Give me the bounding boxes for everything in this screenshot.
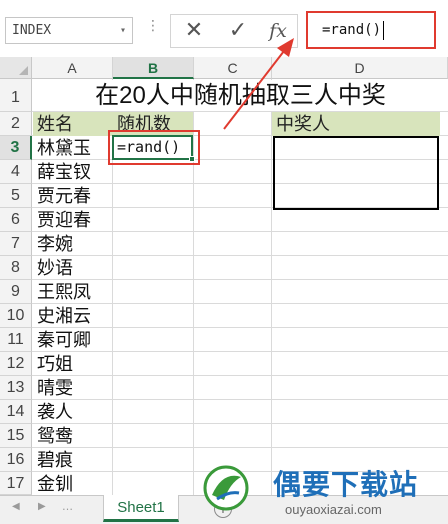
next-sheet-icon[interactable]: ▶ — [38, 501, 46, 512]
row-header-1[interactable]: 1 — [0, 79, 32, 112]
row-header-17[interactable]: 17 — [0, 472, 32, 495]
spreadsheet-grid: A B C D 1 2 3 4 5 6 7 8 9 10 11 12 13 14… — [0, 57, 448, 495]
row-header-3[interactable]: 3 — [0, 136, 32, 160]
row-header-16[interactable]: 16 — [0, 448, 32, 472]
cell-a14[interactable]: 袭人 — [33, 400, 112, 424]
row-header-8[interactable]: 8 — [0, 256, 32, 280]
check-icon[interactable]: ✓ — [221, 18, 255, 44]
cell-a16[interactable]: 碧痕 — [33, 448, 112, 472]
formula-buttons: ✕ ✓ fx — [170, 14, 298, 48]
row-header-12[interactable]: 12 — [0, 352, 32, 376]
prev-sheet-icon[interactable]: ◀ — [12, 501, 20, 512]
gridline — [271, 79, 272, 495]
sheet-tab-bar: ◀ ▶ … Sheet1 + — [0, 495, 448, 524]
cell-a3[interactable]: 林黛玉 — [33, 136, 112, 160]
column-header-d[interactable]: D — [272, 57, 448, 79]
cell-a15[interactable]: 鸳鸯 — [33, 424, 112, 448]
sheet-tab-sheet1[interactable]: Sheet1 — [103, 495, 179, 522]
cancel-icon[interactable]: ✕ — [177, 18, 211, 44]
row-header-4[interactable]: 4 — [0, 160, 32, 184]
cell-a11[interactable]: 秦可卿 — [33, 328, 112, 352]
cell-a17[interactable]: 金钏 — [33, 472, 112, 496]
name-box[interactable]: INDEX ▾ — [5, 17, 133, 44]
formula-text: =rand() — [322, 22, 382, 38]
cell-a9[interactable]: 王熙凤 — [33, 280, 112, 304]
highlight-box-b3 — [108, 130, 200, 165]
cell-a8[interactable]: 妙语 — [33, 256, 112, 280]
insert-function-button[interactable]: fx — [261, 18, 295, 44]
cell-a2[interactable]: 姓名 — [33, 112, 112, 136]
sheet-title-cell[interactable]: 在20人中随机抽取三人中奖 — [33, 80, 448, 111]
more-sheets-icon[interactable]: … — [62, 500, 73, 513]
row-header-11[interactable]: 11 — [0, 328, 32, 352]
add-sheet-icon[interactable]: + — [214, 500, 232, 518]
cell-a4[interactable]: 薛宝钗 — [33, 160, 112, 184]
formula-input[interactable]: =rand() — [306, 11, 436, 49]
column-header-b[interactable]: B — [113, 57, 194, 79]
row-header-9[interactable]: 9 — [0, 280, 32, 304]
cell-a13[interactable]: 晴雯 — [33, 376, 112, 400]
row-header-7[interactable]: 7 — [0, 232, 32, 256]
row-header-5[interactable]: 5 — [0, 184, 32, 208]
select-all-triangle-icon — [19, 66, 28, 75]
row-header-15[interactable]: 15 — [0, 424, 32, 448]
row-header-6[interactable]: 6 — [0, 208, 32, 232]
select-all-button[interactable] — [0, 57, 32, 79]
chevron-down-icon[interactable]: ▾ — [120, 18, 126, 43]
cell-a12[interactable]: 巧姐 — [33, 352, 112, 376]
row-header-2[interactable]: 2 — [0, 112, 32, 136]
row-header-10[interactable]: 10 — [0, 304, 32, 328]
column-header-a[interactable]: A — [32, 57, 113, 79]
cell-a10[interactable]: 史湘云 — [33, 304, 112, 328]
text-caret — [383, 20, 385, 40]
cell-a7[interactable]: 李婉 — [33, 232, 112, 256]
cell-a6[interactable]: 贾迎春 — [33, 208, 112, 232]
name-box-value: INDEX — [12, 23, 52, 38]
more-options-icon[interactable]: ⋮ — [146, 18, 160, 34]
column-header-c[interactable]: C — [194, 57, 272, 79]
cell-a5[interactable]: 贾元春 — [33, 184, 112, 208]
row-header-14[interactable]: 14 — [0, 400, 32, 424]
cell-d2[interactable]: 中奖人 — [272, 112, 440, 136]
winner-range-box[interactable] — [273, 136, 439, 210]
formula-bar: INDEX ▾ ⋮ ✕ ✓ fx =rand() — [0, 0, 448, 60]
row-header-13[interactable]: 13 — [0, 376, 32, 400]
